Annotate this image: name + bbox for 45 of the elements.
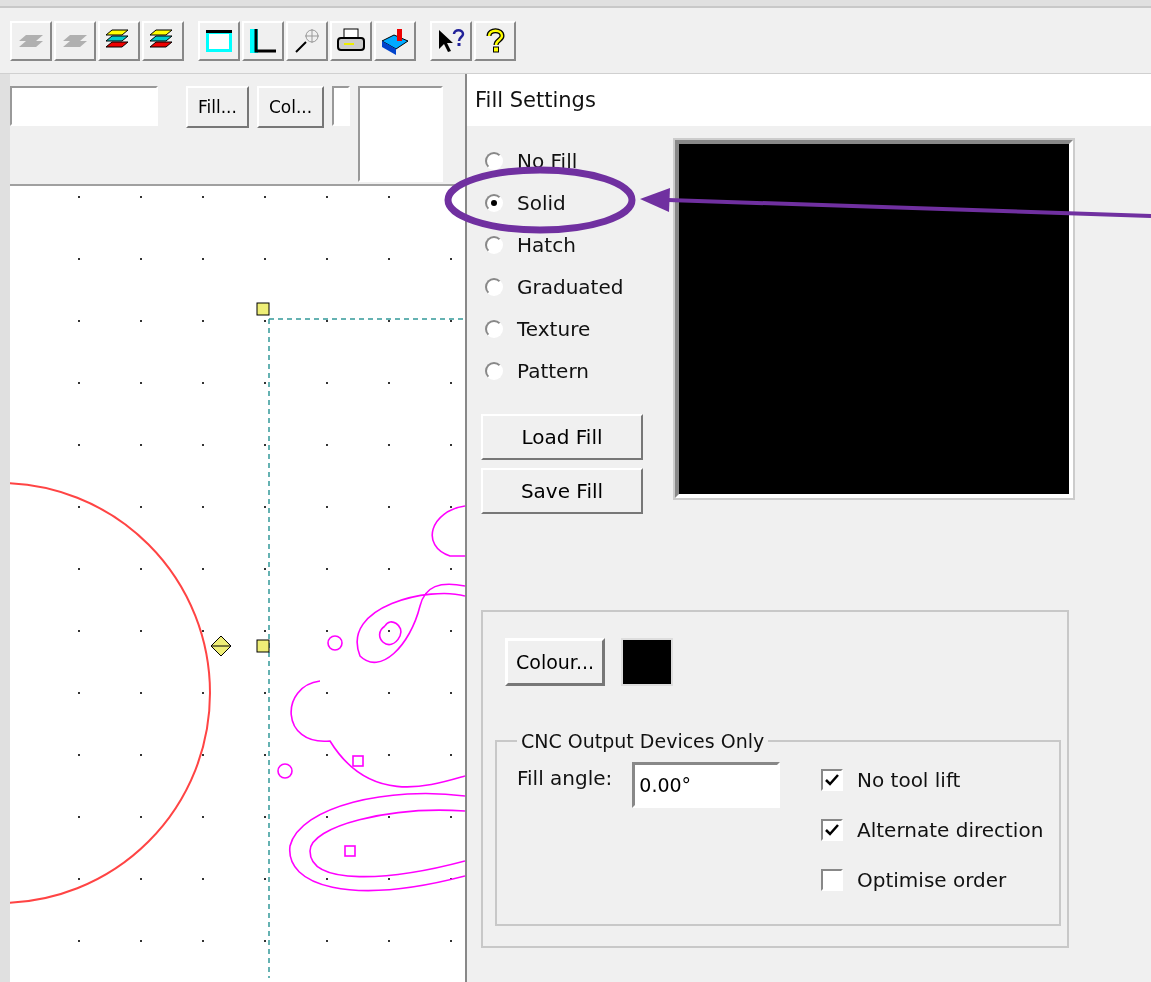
property-button[interactable]: Col... [256,86,325,128]
radio-button[interactable] [485,236,503,254]
corner-icon [248,26,278,55]
toolbar-button[interactable] [142,20,184,61]
toolbar-button[interactable] [98,20,140,61]
toolbar-button[interactable] [474,20,516,61]
radio-label[interactable]: Pattern [517,359,589,383]
colour-button[interactable]: Colour... [505,638,606,686]
radio-button[interactable] [485,194,503,212]
radio-button[interactable] [485,278,503,296]
check-icon [825,824,839,836]
checkbox-label[interactable]: No tool lift [857,768,961,792]
radio-label[interactable]: Solid [517,191,566,215]
check-icon [825,774,839,786]
toolbar-button[interactable] [242,20,284,61]
radio-button[interactable] [485,362,503,380]
radio-button[interactable] [485,320,503,338]
text-field[interactable] [10,86,158,126]
toolbar-button[interactable] [330,20,372,61]
toolbar-button[interactable] [198,20,240,61]
fill-angle-field[interactable]: 0.00° [632,762,781,808]
group-legend: CNC Output Devices Only [517,730,769,752]
property-button[interactable]: Fill... [186,86,249,128]
fill-button[interactable]: Save Fill [481,468,643,514]
checkbox-label[interactable]: Optimise order [857,868,1007,892]
radio-button[interactable] [485,152,503,170]
checkbox-label[interactable]: Alternate direction [857,818,1044,842]
checkbox[interactable] [821,869,843,891]
radio-label[interactable]: Texture [517,317,591,341]
machine-icon [380,26,410,55]
checkbox[interactable] [821,819,843,841]
checkbox[interactable] [821,769,843,791]
colour-swatch [621,638,674,686]
toolbar-button[interactable] [430,20,472,61]
radio-label[interactable]: Graduated [517,275,624,299]
selection-handle [256,639,270,653]
fill-button[interactable]: Load Fill [481,414,643,460]
selection-handle [256,302,270,316]
dialog-title: Fill Settings [475,88,596,112]
help-pointer-icon [436,26,466,55]
fill-angle-label: Fill angle: [517,765,613,790]
value-field[interactable] [332,86,351,126]
rotation-handle [210,635,232,657]
radio-label[interactable]: Hatch [517,233,576,257]
toolbar-button[interactable] [374,20,416,61]
